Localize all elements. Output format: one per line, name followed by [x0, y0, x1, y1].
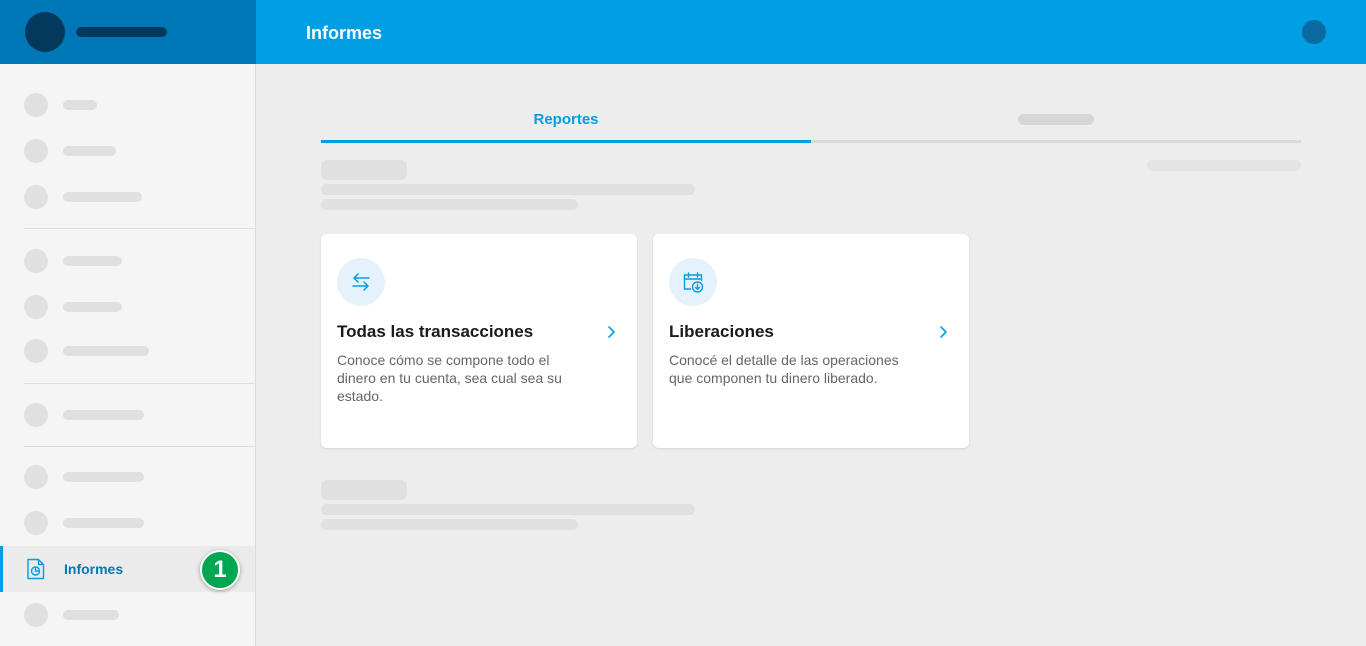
nav-label-placeholder	[63, 610, 119, 620]
nav-icon-placeholder	[24, 511, 48, 535]
page-title: Informes	[306, 23, 383, 43]
report-tabs: Reportes	[321, 100, 1301, 144]
section-text-placeholder	[321, 504, 695, 515]
nav-icon-placeholder	[24, 603, 48, 627]
nav-label-placeholder	[63, 472, 144, 482]
nav-icon-placeholder	[24, 139, 48, 163]
card-title: Liberaciones	[669, 322, 774, 341]
section-link-placeholder[interactable]	[1147, 160, 1301, 171]
tab-label: Reportes	[533, 111, 599, 128]
top-bar: Informes	[256, 0, 1366, 64]
sidebar-item-placeholder[interactable]	[0, 500, 255, 546]
account-avatar[interactable]	[25, 12, 65, 52]
calendar-download-icon	[683, 272, 704, 293]
sidebar-item-placeholder[interactable]	[0, 174, 255, 220]
sidebar-item-placeholder[interactable]	[0, 128, 255, 174]
nav-label-placeholder	[63, 256, 122, 266]
card-todas-las-transacciones[interactable]: Todas las transacciones Conoce cómo se c…	[321, 234, 637, 448]
sidebar-item-placeholder[interactable]	[0, 392, 255, 438]
tab-reportes[interactable]: Reportes	[321, 100, 811, 143]
nav-label-placeholder	[63, 100, 97, 110]
arrows-swap-icon	[352, 273, 370, 291]
step-number-badge: 1	[200, 550, 240, 590]
nav-icon-placeholder	[24, 403, 48, 427]
tab-label-placeholder	[1018, 114, 1094, 125]
nav-icon-placeholder	[24, 185, 48, 209]
nav-divider	[24, 228, 255, 229]
card-title: Todas las transacciones	[337, 322, 534, 341]
chevron-right-icon	[608, 326, 615, 338]
nav-label-placeholder	[63, 192, 142, 202]
card-icon-circle	[337, 258, 385, 306]
nav-icon-placeholder	[24, 295, 48, 319]
sidebar-header	[0, 0, 256, 64]
tab-active-indicator	[321, 140, 811, 143]
card-description: Conoce cómo se compone todo el dinero en…	[337, 352, 562, 404]
sidebar-item-placeholder[interactable]	[0, 454, 255, 500]
nav-divider	[24, 383, 255, 384]
nav-label-placeholder	[63, 518, 144, 528]
user-avatar[interactable]	[1302, 20, 1326, 44]
chevron-right-icon	[940, 326, 947, 338]
nav-icon-placeholder	[24, 93, 48, 117]
card-icon-circle	[669, 258, 717, 306]
section-title-placeholder	[321, 160, 407, 180]
nav-icon-placeholder	[24, 465, 48, 489]
section-text-placeholder	[321, 199, 578, 210]
sidebar-item-placeholder[interactable]	[0, 284, 255, 330]
section-text-placeholder	[321, 184, 695, 195]
sidebar-item-placeholder[interactable]	[0, 82, 255, 128]
nav-label-placeholder	[63, 302, 122, 312]
sidebar-item-placeholder[interactable]	[0, 238, 255, 284]
nav-label-placeholder	[63, 410, 144, 420]
tab-placeholder[interactable]	[811, 100, 1301, 140]
section-title-placeholder	[321, 480, 407, 500]
nav-label-placeholder	[63, 146, 116, 156]
sidebar-item-label: Informes	[64, 561, 124, 577]
nav-icon-placeholder	[24, 249, 48, 273]
report-icon	[26, 558, 46, 580]
active-indicator	[0, 546, 3, 592]
card-liberaciones[interactable]: Liberaciones Conocé el detalle de las op…	[653, 234, 969, 448]
sidebar-item-placeholder[interactable]	[0, 328, 255, 374]
section-text-placeholder	[321, 519, 578, 530]
nav-divider	[24, 446, 255, 447]
card-description: Conocé el detalle de las operaciones que…	[669, 352, 899, 386]
account-name-placeholder	[76, 27, 167, 37]
nav-label-placeholder	[63, 346, 149, 356]
sidebar-item-placeholder[interactable]	[0, 592, 255, 638]
nav-icon-placeholder	[24, 339, 48, 363]
